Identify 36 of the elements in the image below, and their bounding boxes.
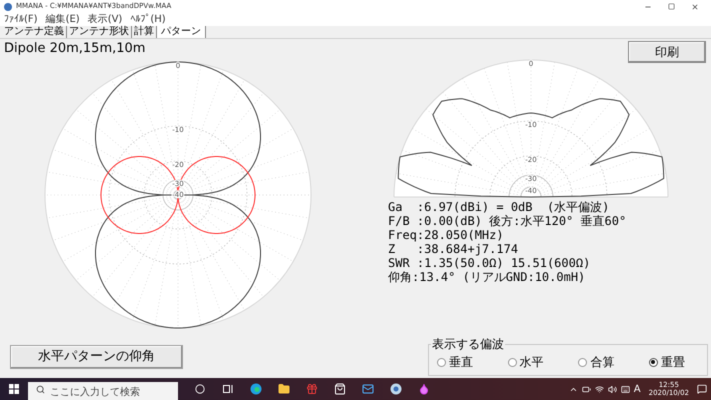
battery-icon[interactable]	[582, 384, 591, 394]
tab[interactable]: パターン	[157, 26, 206, 38]
elevation-button[interactable]: 水平パターンの仰角	[10, 345, 183, 369]
print-button[interactable]: 印刷	[628, 41, 706, 63]
radio-option[interactable]: 合算	[578, 353, 614, 371]
result-line: SWR :1.35(50.0Ω) 15.51(600Ω)	[388, 256, 592, 270]
radio-option[interactable]: 重畳	[648, 353, 685, 371]
result-line: F/B :0.00(dB) 後方:水平120° 垂直60°	[388, 214, 628, 228]
tab[interactable]: アンテナ定義	[2, 26, 67, 38]
result-line: 仰角:13.4° (リアルGND:10.0mH)	[388, 270, 586, 284]
search-field[interactable]: ここに入力して検索	[28, 382, 178, 400]
radio-icon[interactable]	[437, 358, 446, 366]
input-mode-indicator[interactable]: A	[634, 382, 641, 396]
antenna-title: Dipole 20m,15m,10m	[3, 40, 146, 57]
app-icon	[4, 2, 12, 10]
keyboard-icon[interactable]	[620, 384, 630, 394]
result-line: Ga :6.97(dBi) = 0dB (水平偏波)	[388, 200, 610, 214]
radio-icon[interactable]	[648, 358, 658, 366]
menu-item[interactable]: 表示(V)	[88, 14, 122, 24]
search-icon	[36, 385, 45, 394]
radio-icon[interactable]	[578, 358, 588, 366]
speaker-icon[interactable]	[608, 384, 617, 394]
close-icon[interactable]	[691, 2, 699, 10]
menu-item[interactable]: ﾌｧｲﾙ(F)	[4, 14, 38, 24]
result-line: Z :38.684+j7.174	[388, 242, 520, 256]
maximize-icon[interactable]	[668, 3, 675, 10]
menu-item[interactable]: ﾍﾙﾌﾟ(H)	[130, 14, 166, 24]
menu-item[interactable]: 編集(E)	[46, 14, 80, 24]
radio-option[interactable]: 水平	[508, 353, 544, 371]
network-icon[interactable]	[594, 384, 604, 394]
notification-icon[interactable]	[697, 384, 707, 394]
radio-option[interactable]: 垂直	[437, 353, 473, 371]
group-title: 表示する偏波	[431, 336, 505, 353]
radio-icon[interactable]	[508, 358, 517, 366]
tab[interactable]: アンテナ形状	[67, 26, 132, 38]
result-line: Freq:28.050(MHz)	[388, 228, 505, 242]
